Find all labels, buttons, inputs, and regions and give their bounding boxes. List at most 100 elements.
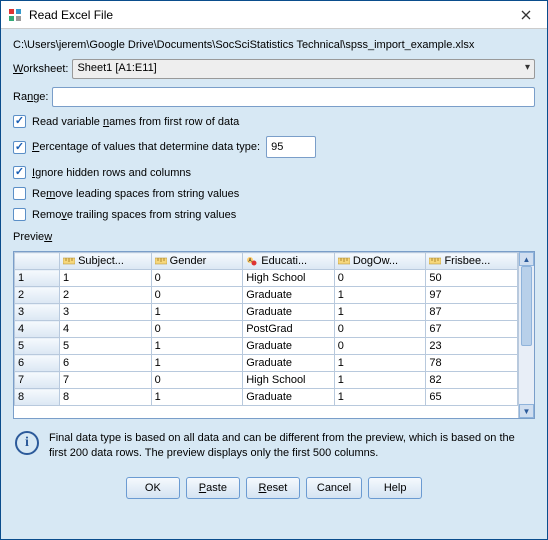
range-row: Range: — [13, 87, 535, 107]
note-text: Final data type is based on all data and… — [49, 431, 535, 461]
cell[interactable]: 1 — [151, 389, 243, 406]
table-row: 770High School182 — [15, 372, 518, 389]
cell[interactable]: Graduate — [243, 304, 335, 321]
vertical-scrollbar[interactable]: ▲ ▼ — [518, 252, 534, 418]
read-names-label: Read variable names from first row of da… — [32, 116, 239, 128]
dialog-window: Read Excel File C:\Users\jerem\Google Dr… — [0, 0, 548, 540]
cell[interactable]: 23 — [426, 338, 518, 355]
option-pct-type: Percentage of values that determine data… — [13, 136, 535, 158]
range-label: Range: — [13, 91, 48, 103]
reset-button[interactable]: Reset — [246, 477, 300, 499]
col-header[interactable]: Frisbee... — [426, 253, 518, 270]
cell[interactable]: High School — [243, 270, 335, 287]
col-header[interactable]: A Educati... — [243, 253, 335, 270]
cell[interactable]: Graduate — [243, 287, 335, 304]
remove-trailing-checkbox[interactable] — [13, 208, 26, 221]
cell[interactable]: 87 — [426, 304, 518, 321]
table-row: 881Graduate165 — [15, 389, 518, 406]
close-button[interactable] — [511, 5, 541, 25]
option-remove-trailing: Remove trailing spaces from string value… — [13, 208, 535, 221]
cell[interactable]: 97 — [426, 287, 518, 304]
button-row: OK Paste Reset Cancel Help — [13, 473, 535, 501]
cell[interactable]: 0 — [334, 270, 426, 287]
col-header[interactable]: Subject... — [60, 253, 152, 270]
row-header[interactable]: 2 — [15, 287, 60, 304]
cell[interactable]: 65 — [426, 389, 518, 406]
cell[interactable]: 7 — [60, 372, 152, 389]
cell[interactable]: 0 — [151, 372, 243, 389]
titlebar: Read Excel File — [1, 1, 547, 29]
dialog-content: C:\Users\jerem\Google Drive\Documents\So… — [1, 29, 547, 539]
scroll-down-arrow[interactable]: ▼ — [519, 404, 534, 418]
info-icon: i — [15, 431, 39, 455]
col-header[interactable]: Gender — [151, 253, 243, 270]
cell[interactable]: Graduate — [243, 389, 335, 406]
row-header[interactable]: 5 — [15, 338, 60, 355]
cell[interactable]: High School — [243, 372, 335, 389]
corner-cell — [15, 253, 60, 270]
cell[interactable]: 67 — [426, 321, 518, 338]
row-header[interactable]: 3 — [15, 304, 60, 321]
scroll-up-arrow[interactable]: ▲ — [519, 252, 534, 266]
cell[interactable]: 0 — [151, 287, 243, 304]
range-input[interactable] — [52, 87, 535, 107]
cell[interactable]: Graduate — [243, 355, 335, 372]
cell[interactable]: 1 — [334, 389, 426, 406]
ruler-icon — [155, 256, 167, 266]
row-header[interactable]: 6 — [15, 355, 60, 372]
cell[interactable]: 1 — [334, 355, 426, 372]
row-header[interactable]: 1 — [15, 270, 60, 287]
col-header[interactable]: DogOw... — [334, 253, 426, 270]
cell[interactable]: 8 — [60, 389, 152, 406]
cell[interactable]: PostGrad — [243, 321, 335, 338]
ruler-icon — [338, 256, 350, 266]
cell[interactable]: 0 — [151, 321, 243, 338]
help-button[interactable]: Help — [368, 477, 422, 499]
cell[interactable]: 0 — [334, 338, 426, 355]
ruler-icon — [63, 256, 75, 266]
pct-type-checkbox[interactable] — [13, 141, 26, 154]
app-icon — [7, 7, 23, 23]
info-note: i Final data type is based on all data a… — [13, 427, 535, 465]
cell[interactable]: 0 — [151, 270, 243, 287]
paste-button[interactable]: Paste — [186, 477, 240, 499]
window-title: Read Excel File — [29, 8, 511, 22]
cell[interactable]: 50 — [426, 270, 518, 287]
cell[interactable]: 1 — [151, 355, 243, 372]
cancel-button[interactable]: Cancel — [306, 477, 362, 499]
row-header[interactable]: 4 — [15, 321, 60, 338]
read-names-checkbox[interactable] — [13, 115, 26, 128]
remove-trailing-label: Remove trailing spaces from string value… — [32, 209, 236, 221]
cell[interactable]: 3 — [60, 304, 152, 321]
header-row: Subject... Gender A Educati... DogOw... … — [15, 253, 518, 270]
cell[interactable]: 0 — [334, 321, 426, 338]
worksheet-select[interactable]: Sheet1 [A1:E11] — [72, 59, 535, 79]
cell[interactable]: 82 — [426, 372, 518, 389]
ok-button[interactable]: OK — [126, 477, 180, 499]
row-header[interactable]: 8 — [15, 389, 60, 406]
cell[interactable]: 5 — [60, 338, 152, 355]
table-row: 440PostGrad067 — [15, 321, 518, 338]
remove-leading-label: Remove leading spaces from string values — [32, 188, 239, 200]
table-row: 661Graduate178 — [15, 355, 518, 372]
pct-type-input[interactable] — [266, 136, 316, 158]
ignore-hidden-label: Ignore hidden rows and columns — [32, 167, 191, 179]
cell[interactable]: 1 — [151, 338, 243, 355]
cell[interactable]: 1 — [60, 270, 152, 287]
cell[interactable]: 1 — [334, 304, 426, 321]
cell[interactable]: 6 — [60, 355, 152, 372]
row-header[interactable]: 7 — [15, 372, 60, 389]
ignore-hidden-checkbox[interactable] — [13, 166, 26, 179]
cell[interactable]: 1 — [151, 304, 243, 321]
option-remove-leading: Remove leading spaces from string values — [13, 187, 535, 200]
cell[interactable]: Graduate — [243, 338, 335, 355]
cell[interactable]: 78 — [426, 355, 518, 372]
scroll-thumb[interactable] — [521, 266, 532, 346]
pct-type-label: Percentage of values that determine data… — [32, 141, 260, 153]
cell[interactable]: 1 — [334, 372, 426, 389]
cell[interactable]: 2 — [60, 287, 152, 304]
remove-leading-checkbox[interactable] — [13, 187, 26, 200]
cell[interactable]: 1 — [334, 287, 426, 304]
preview-label: Preview — [13, 231, 535, 243]
cell[interactable]: 4 — [60, 321, 152, 338]
